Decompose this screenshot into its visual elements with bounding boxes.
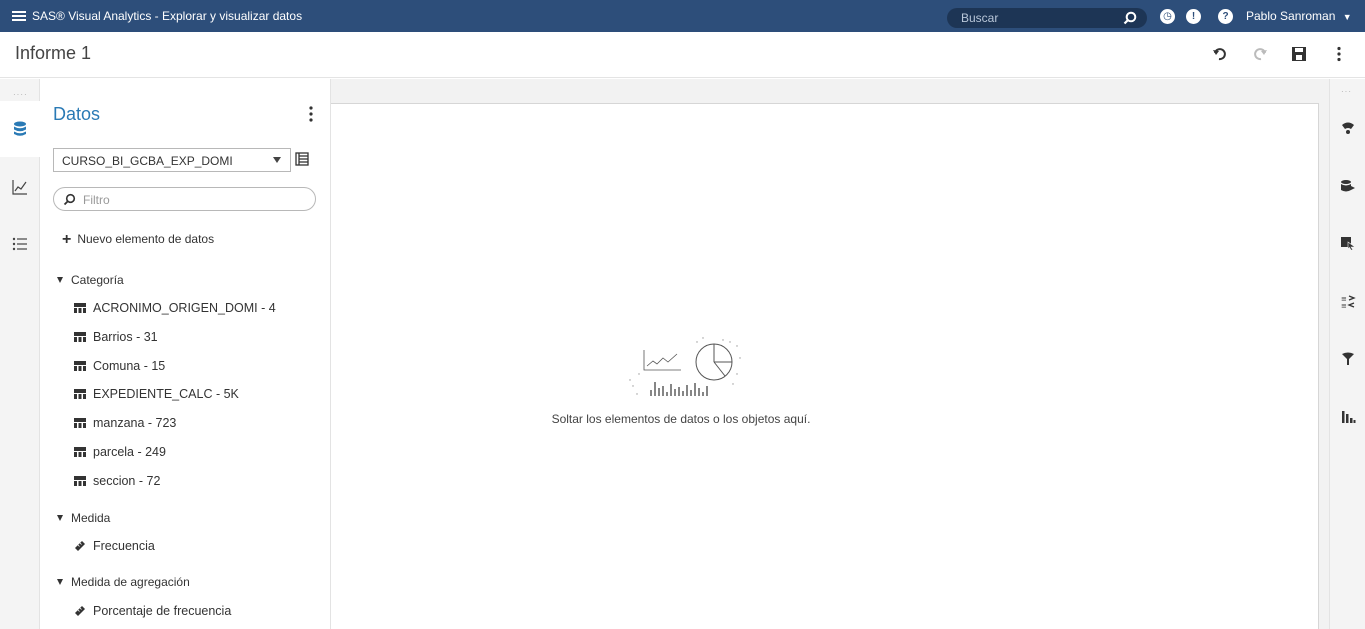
list-item[interactable]: manzana - 723 (74, 416, 176, 430)
list-item[interactable]: EXPEDIENTE_CALC - 5K (74, 387, 239, 401)
grip-icon[interactable]: ··· (1341, 87, 1352, 96)
data-pane: Datos CURSO_BI_GCBA_EXP_DOMI Filtro + Nue… (40, 79, 331, 629)
report-canvas[interactable]: Soltar los elementos de datos o los obje… (331, 103, 1319, 629)
datasource-value: CURSO_BI_GCBA_EXP_DOMI (62, 154, 233, 168)
menu-icon[interactable] (12, 11, 26, 21)
list-item[interactable]: Comuna - 15 (74, 359, 165, 373)
measure-icon (75, 606, 85, 616)
report-title[interactable]: Informe 1 (15, 43, 91, 64)
user-name: Pablo Sanroman (1246, 9, 1336, 23)
group-medida-agregacion[interactable]: Medida de agregación (57, 575, 190, 589)
help-icon[interactable]: ? (1218, 9, 1233, 24)
category-icon (74, 303, 86, 313)
left-rail: ···· (0, 79, 40, 629)
group-label: Medida de agregación (71, 575, 190, 589)
ranks-icon[interactable] (1340, 409, 1356, 425)
collapse-icon (57, 515, 63, 521)
actions-icon[interactable] (1340, 235, 1356, 251)
objects-icon (12, 180, 27, 195)
group-categoria[interactable]: Categoría (57, 273, 124, 287)
save-icon[interactable] (1291, 46, 1307, 62)
list-item[interactable]: Barrios - 31 (74, 330, 158, 344)
list-item[interactable]: seccion - 72 (74, 474, 160, 488)
notifications-icon[interactable]: ! (1186, 9, 1201, 24)
objects-tab[interactable] (0, 159, 40, 215)
search-icon (63, 193, 76, 206)
filters-icon[interactable] (1340, 351, 1356, 367)
new-data-item-label: Nuevo elemento de datos (77, 232, 215, 246)
item-label: manzana - 723 (93, 416, 177, 430)
caret-down-icon (273, 157, 281, 163)
group-medida[interactable]: Medida (57, 511, 110, 525)
chevron-down-icon: ▼ (1342, 12, 1352, 22)
recent-icon[interactable]: ◷ (1160, 9, 1175, 24)
data-tab[interactable] (0, 101, 40, 157)
list-item[interactable]: Porcentaje de frecuencia (74, 604, 231, 618)
redo-icon[interactable] (1252, 46, 1268, 62)
category-icon (74, 447, 86, 457)
drop-message: Soltar los elementos de datos o los obje… (551, 412, 811, 426)
list-item[interactable]: ACRONIMO_ORIGEN_DOMI - 4 (74, 301, 276, 315)
list-item[interactable]: parcela - 249 (74, 445, 166, 459)
svg-text:≡: ≡ (1341, 302, 1347, 309)
more-options-icon[interactable] (1331, 46, 1347, 62)
datasource-details-icon[interactable] (295, 151, 311, 167)
group-label: Medida (71, 511, 111, 525)
data-pane-menu-icon[interactable] (306, 105, 316, 123)
item-label: EXPEDIENTE_CALC - 5K (93, 387, 239, 401)
collapse-icon (57, 277, 63, 283)
outline-tab[interactable] (0, 216, 40, 272)
data-pane-title: Datos (53, 104, 101, 124)
category-icon (74, 332, 86, 342)
item-label: ACRONIMO_ORIGEN_DOMI - 4 (93, 301, 276, 315)
top-bar: SAS® Visual Analytics - Explorar y visua… (0, 0, 1365, 32)
measure-icon (75, 541, 85, 551)
plus-icon: + (62, 231, 72, 248)
roles-icon[interactable] (1340, 178, 1356, 194)
collapse-icon (57, 579, 63, 585)
user-menu[interactable]: Pablo Sanroman ▼ (1246, 9, 1352, 23)
drop-zone-illustration-icon (629, 337, 741, 396)
item-label: Porcentaje de frecuencia (93, 604, 232, 618)
search-placeholder: Buscar (961, 11, 999, 25)
datasource-select[interactable]: CURSO_BI_GCBA_EXP_DOMI (53, 148, 291, 172)
item-label: Frecuencia (93, 539, 155, 553)
item-label: parcela - 249 (93, 445, 166, 459)
report-header: Informe 1 (0, 32, 1365, 78)
group-label: Categoría (71, 273, 124, 287)
app-title: SAS® Visual Analytics - Explorar y visua… (32, 9, 303, 23)
list-item[interactable]: Frecuencia (74, 539, 155, 553)
grip-icon[interactable]: ···· (13, 90, 28, 99)
category-icon (74, 418, 86, 428)
rules-icon[interactable]: ≡ ≡ (1340, 293, 1356, 309)
item-label: seccion - 72 (93, 474, 161, 488)
options-icon[interactable] (1340, 120, 1356, 136)
filter-placeholder: Filtro (83, 193, 110, 207)
item-label: Comuna - 15 (93, 359, 166, 373)
data-icon (14, 121, 26, 136)
category-icon (74, 361, 86, 371)
filter-input[interactable]: Filtro (53, 187, 316, 211)
item-label: Barrios - 31 (93, 330, 158, 344)
category-icon (74, 389, 86, 399)
new-data-item-button[interactable]: + Nuevo elemento de datos (62, 231, 214, 249)
right-rail: ··· ≡ ≡ (1329, 79, 1365, 629)
search-input[interactable]: Buscar (947, 8, 1147, 28)
outline-icon (12, 237, 27, 251)
search-icon[interactable] (1123, 11, 1137, 25)
category-icon (74, 476, 86, 486)
undo-icon[interactable] (1212, 46, 1228, 62)
